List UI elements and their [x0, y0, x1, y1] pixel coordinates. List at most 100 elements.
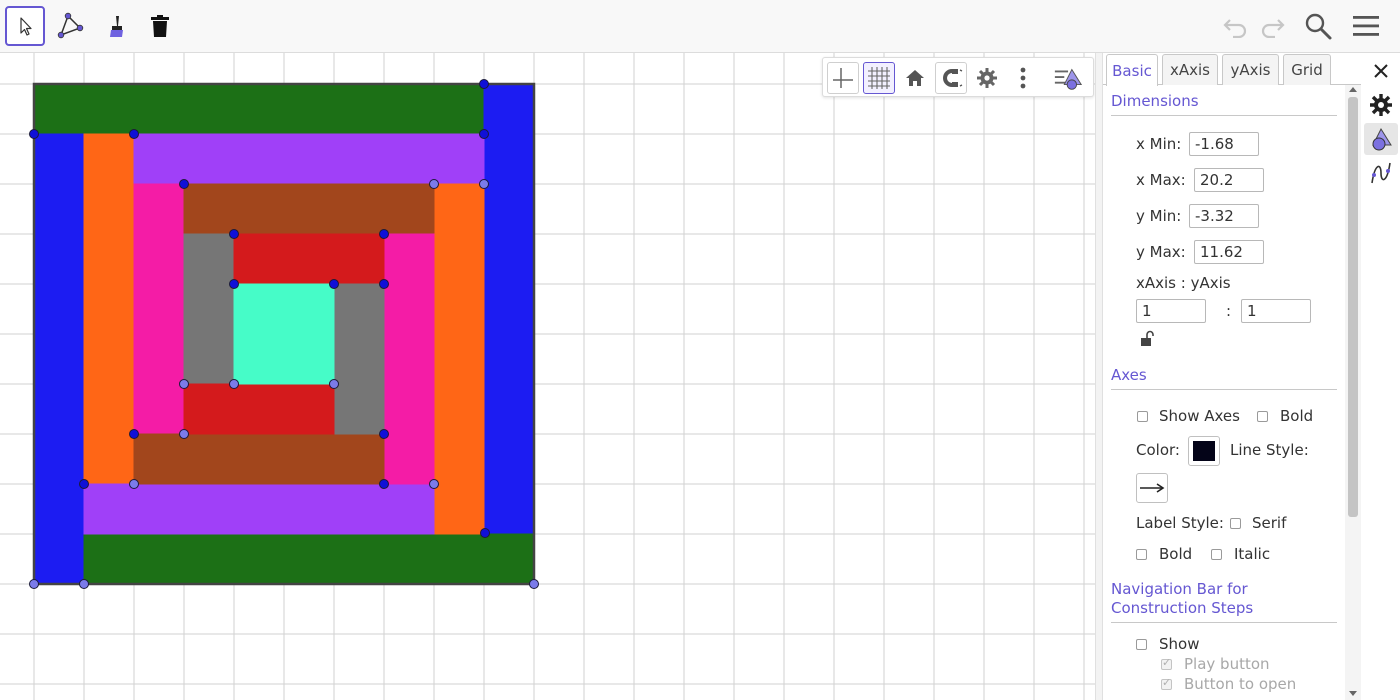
- green-top-bar[interactable]: [33, 83, 485, 135]
- point-capture-button[interactable]: [935, 62, 967, 94]
- dependent-point[interactable]: [179, 379, 189, 389]
- free-point[interactable]: [379, 279, 389, 289]
- free-point[interactable]: [379, 229, 389, 239]
- gray-left-bar[interactable]: [183, 233, 235, 385]
- redo-button[interactable]: [1254, 8, 1290, 44]
- algebra-settings-button[interactable]: [1364, 157, 1398, 189]
- pink-left-bar[interactable]: [133, 183, 185, 435]
- free-point[interactable]: [480, 528, 490, 538]
- undo-button[interactable]: [1218, 8, 1254, 44]
- standard-view-button[interactable]: [899, 62, 931, 94]
- pink-right-bar[interactable]: [383, 233, 435, 485]
- free-point[interactable]: [79, 479, 89, 489]
- close-properties-button[interactable]: [1364, 55, 1398, 87]
- graphics-style-bar: [822, 57, 1094, 97]
- x-max-field[interactable]: [1194, 168, 1264, 192]
- free-point[interactable]: [229, 279, 239, 289]
- dependent-point[interactable]: [129, 479, 139, 489]
- panel-splitter[interactable]: [1095, 53, 1103, 700]
- show-navigation-checkbox[interactable]: [1136, 639, 1147, 650]
- free-point[interactable]: [129, 429, 139, 439]
- more-vertical-icon: [1020, 67, 1026, 89]
- delete-tool-button[interactable]: [140, 6, 180, 46]
- properties-scrollbar[interactable]: [1345, 85, 1361, 700]
- view-menu-icon: [1054, 68, 1083, 90]
- x-min-field[interactable]: [1189, 132, 1259, 156]
- dependent-point[interactable]: [429, 179, 439, 189]
- general-settings-button[interactable]: [1364, 89, 1398, 121]
- tab-xaxis[interactable]: xAxis: [1162, 54, 1218, 85]
- blue-left-bar[interactable]: [33, 133, 85, 585]
- show-axes-checkbox[interactable]: [1137, 411, 1148, 422]
- ratio-y-field[interactable]: [1241, 299, 1311, 323]
- dependent-point[interactable]: [479, 179, 489, 189]
- blue-right-bar[interactable]: [483, 83, 535, 535]
- construction-shapes[interactable]: [33, 83, 535, 585]
- graphics-canvas[interactable]: [0, 53, 1095, 700]
- free-point[interactable]: [179, 179, 189, 189]
- free-point[interactable]: [129, 129, 139, 139]
- serif-checkbox[interactable]: [1230, 518, 1241, 529]
- purple-top-bar[interactable]: [133, 133, 485, 185]
- search-button[interactable]: [1300, 8, 1336, 44]
- dependent-point[interactable]: [529, 579, 539, 589]
- dependent-point[interactable]: [229, 379, 239, 389]
- axes-toggle-button[interactable]: [827, 62, 859, 94]
- y-min-label: y Min:: [1136, 207, 1182, 225]
- orange-left-bar[interactable]: [83, 133, 135, 485]
- orange-right-bar[interactable]: [433, 183, 485, 535]
- dependent-point[interactable]: [29, 579, 39, 589]
- center-square[interactable]: [233, 283, 335, 385]
- tab-yaxis[interactable]: yAxis: [1222, 54, 1279, 85]
- tab-grid[interactable]: Grid: [1283, 54, 1331, 85]
- free-point[interactable]: [479, 129, 489, 139]
- scrollbar-thumb[interactable]: [1348, 97, 1358, 517]
- brown-bottom-bar[interactable]: [133, 433, 385, 485]
- dependent-point[interactable]: [429, 479, 439, 489]
- gray-right-bar[interactable]: [333, 283, 385, 435]
- lock-ratio-toggle[interactable]: [1139, 330, 1155, 348]
- main-menu-button[interactable]: [1348, 8, 1384, 44]
- axes-color-button[interactable]: [1188, 436, 1220, 466]
- free-point[interactable]: [29, 129, 39, 139]
- color-brush-tool-button[interactable]: [95, 6, 135, 46]
- arrow-line-icon: [1140, 483, 1165, 493]
- scroll-up-arrow[interactable]: [1349, 87, 1357, 92]
- free-point[interactable]: [479, 79, 489, 89]
- brown-top-bar[interactable]: [183, 183, 435, 235]
- free-point[interactable]: [229, 229, 239, 239]
- graphics-view[interactable]: [0, 53, 1095, 700]
- graphics-settings-tab-button[interactable]: [1364, 123, 1398, 155]
- red-top-bar[interactable]: [233, 233, 385, 285]
- dependent-point[interactable]: [79, 579, 89, 589]
- show-axes-label: Show Axes: [1159, 407, 1240, 425]
- green-bottom-bar[interactable]: [83, 533, 535, 585]
- move-tool-button[interactable]: [5, 6, 45, 46]
- tab-basic[interactable]: Basic: [1106, 54, 1158, 86]
- play-button-checkbox[interactable]: [1161, 656, 1172, 670]
- red-bottom-bar[interactable]: [183, 383, 335, 435]
- scroll-down-arrow[interactable]: [1349, 691, 1357, 696]
- button-to-open-checkbox[interactable]: [1161, 676, 1172, 690]
- dependent-point[interactable]: [179, 429, 189, 439]
- label-bold-checkbox[interactable]: [1136, 549, 1147, 560]
- view-menu-button[interactable]: [1053, 62, 1085, 94]
- more-options-button[interactable]: [1007, 62, 1039, 94]
- polygon-tool-button[interactable]: [50, 6, 90, 46]
- italic-label: Italic: [1234, 545, 1271, 563]
- graphics-settings-button[interactable]: [971, 62, 1003, 94]
- free-point[interactable]: [379, 479, 389, 489]
- unlock-icon: [1141, 330, 1154, 346]
- italic-checkbox[interactable]: [1211, 549, 1222, 560]
- ratio-x-field[interactable]: [1136, 299, 1206, 323]
- grid-toggle-button[interactable]: [863, 62, 895, 94]
- line-style-button[interactable]: [1136, 473, 1168, 503]
- y-max-field[interactable]: [1194, 240, 1264, 264]
- y-min-field[interactable]: [1189, 204, 1259, 228]
- purple-bottom-bar[interactable]: [83, 483, 435, 535]
- free-point[interactable]: [329, 279, 339, 289]
- free-point[interactable]: [379, 429, 389, 439]
- dependent-point[interactable]: [329, 379, 339, 389]
- axes-bold-checkbox[interactable]: [1257, 411, 1268, 422]
- play-button-label: Play button: [1184, 655, 1270, 673]
